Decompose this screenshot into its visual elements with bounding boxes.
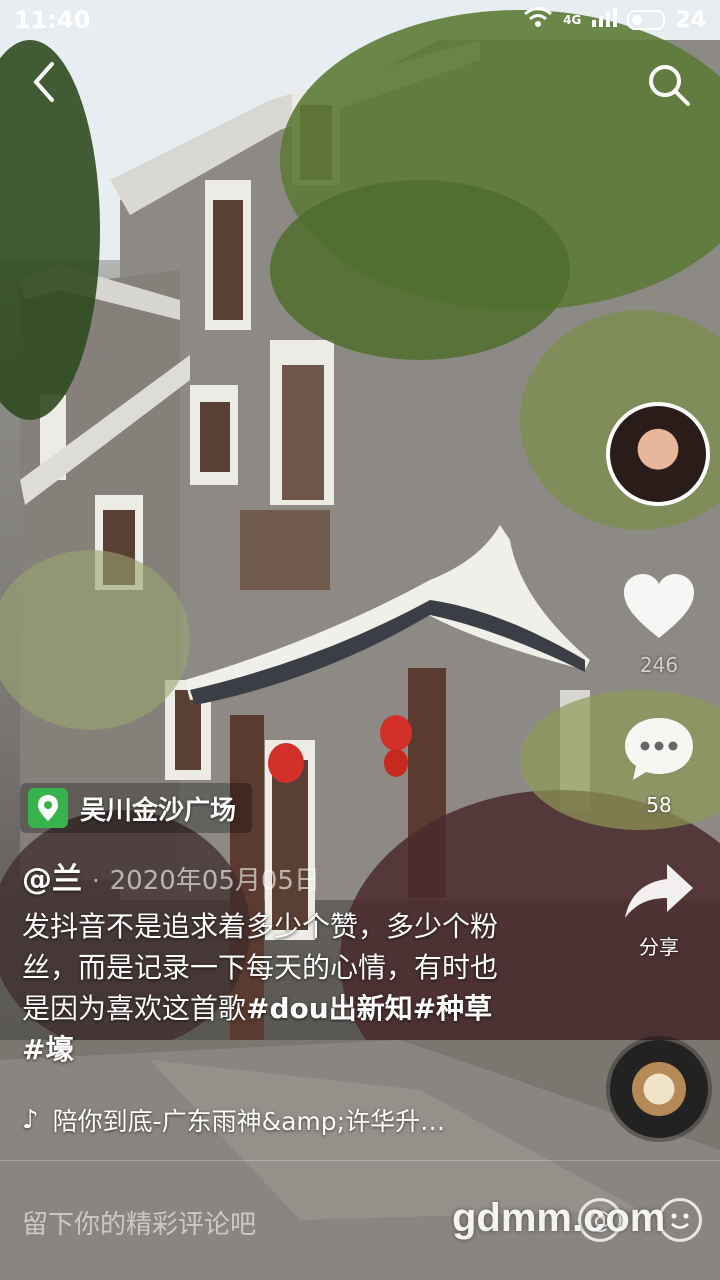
network-label: 4G xyxy=(563,13,582,27)
music-note-icon: ♪ xyxy=(22,1105,39,1135)
back-button[interactable] xyxy=(22,58,70,106)
post-date: 2020年05月05日 xyxy=(109,866,320,896)
divider xyxy=(0,1160,720,1161)
video-caption: 发抖音不是追求着多少个赞，多少个粉丝，而是记录一下每天的心情，有时也是因为喜欢这… xyxy=(22,906,512,1070)
status-time: 11:40 xyxy=(14,6,91,34)
music-title: 陪你到底-广东雨神&amp;许华升… xyxy=(52,1107,446,1136)
wifi-icon xyxy=(523,6,553,34)
back-arrow-icon xyxy=(33,62,54,102)
like-button[interactable]: 246 xyxy=(609,572,709,677)
music-disc[interactable] xyxy=(610,1040,708,1138)
status-bar: 11:40 4G 24 xyxy=(0,0,720,40)
author-name[interactable]: @兰 xyxy=(22,854,82,898)
heart-icon xyxy=(624,574,694,638)
music-info[interactable]: ♪ 陪你到底-广东雨神&amp;许华升… xyxy=(22,1102,445,1138)
share-button[interactable]: 分享 xyxy=(609,862,709,960)
location-label: 吴川金沙广场 xyxy=(80,795,237,826)
separator-dot: · xyxy=(92,867,100,895)
battery-icon xyxy=(627,10,666,30)
share-label: 分享 xyxy=(639,935,679,959)
comment-count: 58 xyxy=(646,793,672,817)
comment-input-placeholder[interactable]: 留下你的精彩评论吧 xyxy=(22,1204,256,1241)
comment-bubble-icon xyxy=(625,718,693,780)
author-avatar[interactable] xyxy=(606,402,710,506)
like-count: 246 xyxy=(639,653,679,677)
share-arrow-icon xyxy=(625,864,693,918)
signal-icon xyxy=(591,6,618,34)
music-cover xyxy=(632,1062,686,1116)
location-pin-icon xyxy=(28,788,68,828)
watermark: gdmm.com xyxy=(452,1196,666,1240)
comment-button[interactable]: 58 xyxy=(609,716,709,817)
search-button[interactable] xyxy=(644,60,694,110)
status-icons: 4G 24 xyxy=(523,6,706,34)
battery-level: 24 xyxy=(675,7,706,33)
search-icon xyxy=(649,65,690,106)
author-row: @兰 · 2020年05月05日 xyxy=(22,854,320,898)
location-tag[interactable]: 吴川金沙广场 xyxy=(20,783,253,833)
